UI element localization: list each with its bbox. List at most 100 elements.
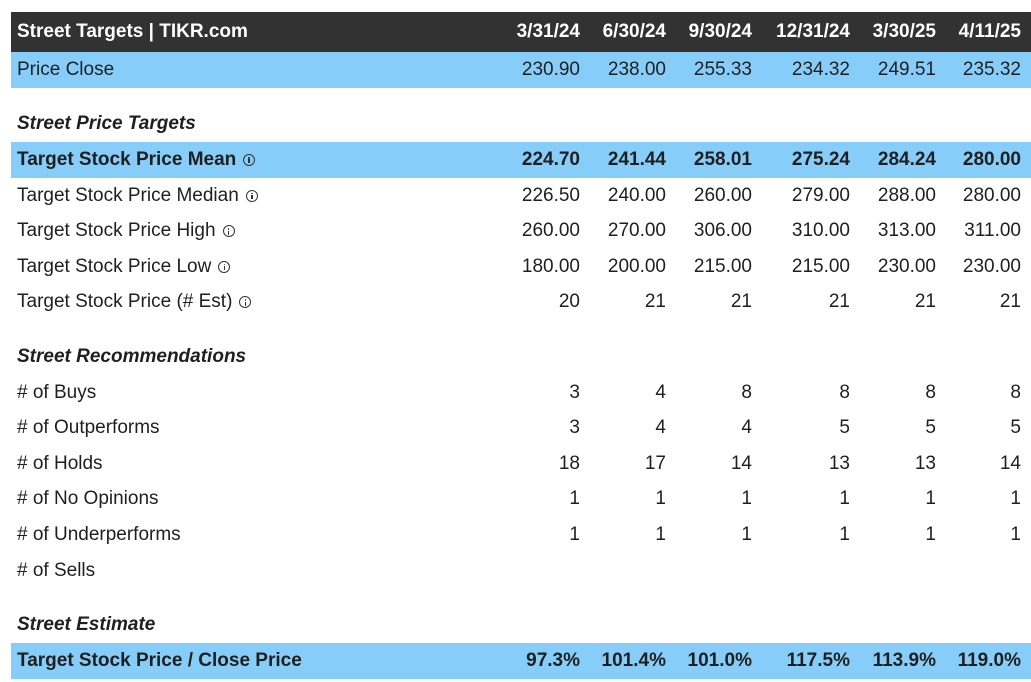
row-label: Price Close: [17, 58, 115, 80]
date-header[interactable]: 9/30/24: [666, 21, 752, 43]
info-icon[interactable]: [218, 260, 231, 273]
row-value: 258.01: [693, 148, 752, 170]
row-value: 119.0%: [957, 649, 1021, 671]
row-value: 1: [1010, 488, 1021, 510]
row-value: 1: [839, 488, 850, 510]
row-label: # of Underperforms: [17, 523, 181, 545]
section-title-price-targets: Street Price Targets: [11, 107, 1031, 143]
row-value: 21: [644, 291, 666, 313]
row-value: 224.70: [521, 148, 580, 170]
row-value: 113.9%: [872, 649, 936, 671]
sells-row: # of Sells: [11, 553, 1031, 589]
row-value: 1: [1010, 523, 1021, 545]
row-value: 288.00: [877, 184, 936, 206]
row-value: 284.24: [877, 148, 936, 170]
row-value: 280.00: [962, 184, 1021, 206]
row-value: 279.00: [791, 184, 850, 206]
underperforms-row: # of Underperforms 1 1 1 1 1 1: [11, 517, 1031, 553]
row-value: 4: [655, 417, 666, 439]
target-median-row: Target Stock Price Median 226.50 240.00 …: [11, 178, 1031, 214]
row-value: 4: [741, 417, 752, 439]
row-value: 13: [914, 452, 936, 474]
info-icon[interactable]: [222, 225, 235, 238]
row-value: 1: [569, 523, 580, 545]
row-label: Target Stock Price / Close Price: [17, 649, 302, 671]
target-low-row: Target Stock Price Low 180.00 200.00 215…: [11, 249, 1031, 285]
date-header[interactable]: 4/11/25: [936, 21, 1021, 43]
row-value: 3: [569, 381, 580, 403]
row-value: 180.00: [521, 255, 580, 277]
row-value: 21: [999, 291, 1021, 313]
row-value: 230.00: [877, 255, 936, 277]
row-value: 8: [925, 381, 936, 403]
row-value: 215.00: [791, 255, 850, 277]
section-title-recommendations: Street Recommendations: [11, 339, 1031, 375]
section-title: Street Estimate: [17, 614, 156, 636]
row-label: Target Stock Price Mean: [11, 149, 491, 171]
info-icon[interactable]: [243, 153, 256, 166]
row-value: 21: [730, 291, 752, 313]
row-label: Target Stock Price Low: [11, 256, 491, 278]
row-value: 1: [569, 488, 580, 510]
row-label: Target Stock Price High: [11, 220, 491, 242]
row-value: 1: [741, 523, 752, 545]
row-value: 21: [828, 291, 850, 313]
row-value: 14: [730, 452, 752, 474]
date-header[interactable]: 12/31/24: [752, 21, 850, 43]
date-header[interactable]: 3/31/24: [491, 21, 580, 43]
row-value: 306.00: [693, 220, 752, 242]
row-value: 5: [925, 417, 936, 439]
outperforms-row: # of Outperforms 3 4 4 5 5 5: [11, 410, 1031, 446]
row-value: 275.24: [791, 148, 850, 170]
target-close-ratio-row: Target Stock Price / Close Price 97.3% 1…: [11, 642, 1031, 679]
row-value: 8: [1010, 381, 1021, 403]
date-header[interactable]: 3/30/25: [850, 21, 936, 43]
row-label: # of Holds: [17, 452, 103, 474]
row-value: 280.00: [962, 148, 1021, 170]
row-value: 1: [925, 523, 936, 545]
row-value: 311.00: [964, 220, 1021, 242]
row-value: 200.00: [607, 255, 666, 277]
row-value: 240.00: [607, 184, 666, 206]
row-value: 1: [741, 488, 752, 510]
row-label-text: Target Stock Price Mean: [17, 148, 237, 170]
row-label: Target Stock Price (# Est): [11, 291, 491, 313]
row-value: 17: [644, 452, 666, 474]
row-value: 5: [1010, 417, 1021, 439]
buys-row: # of Buys 3 4 8 8 8 8: [11, 375, 1031, 411]
row-value: 249.51: [877, 58, 936, 80]
row-label: # of Buys: [17, 381, 97, 403]
target-high-row: Target Stock Price High 260.00 270.00 30…: [11, 213, 1031, 249]
row-value: 5: [839, 417, 850, 439]
row-value: 101.0%: [687, 649, 752, 671]
row-value: 18: [558, 452, 580, 474]
row-value: 230.90: [521, 58, 580, 80]
row-label: # of Outperforms: [17, 417, 160, 439]
row-label: # of No Opinions: [17, 488, 159, 510]
row-value: 20: [558, 291, 580, 313]
info-icon[interactable]: [245, 189, 258, 202]
row-value: 3: [569, 417, 580, 439]
row-label-text: Target Stock Price (# Est): [17, 291, 233, 313]
row-value: 235.32: [962, 58, 1021, 80]
row-label-text: Target Stock Price Median: [17, 184, 239, 206]
target-mean-row: Target Stock Price Mean 224.70 241.44 25…: [11, 142, 1031, 178]
row-value: 234.32: [791, 58, 850, 80]
info-icon[interactable]: [239, 296, 252, 309]
row-value: 1: [655, 523, 666, 545]
row-value: 226.50: [521, 184, 580, 206]
table-title: Street Targets | TIKR.com: [17, 21, 248, 42]
street-targets-table: Street Targets | TIKR.com 3/31/24 6/30/2…: [11, 12, 1031, 679]
row-value: 14: [999, 452, 1021, 474]
row-value: 4: [655, 381, 666, 403]
row-value: 13: [828, 452, 850, 474]
row-value: 270.00: [607, 220, 666, 242]
target-estimates-row: Target Stock Price (# Est) 20 21 21 21 2…: [11, 285, 1031, 321]
row-value: 97.3%: [526, 649, 580, 671]
date-header[interactable]: 6/30/24: [580, 21, 666, 43]
row-value: 238.00: [607, 58, 666, 80]
row-value: 1: [839, 523, 850, 545]
row-value: 117.5%: [786, 649, 850, 671]
